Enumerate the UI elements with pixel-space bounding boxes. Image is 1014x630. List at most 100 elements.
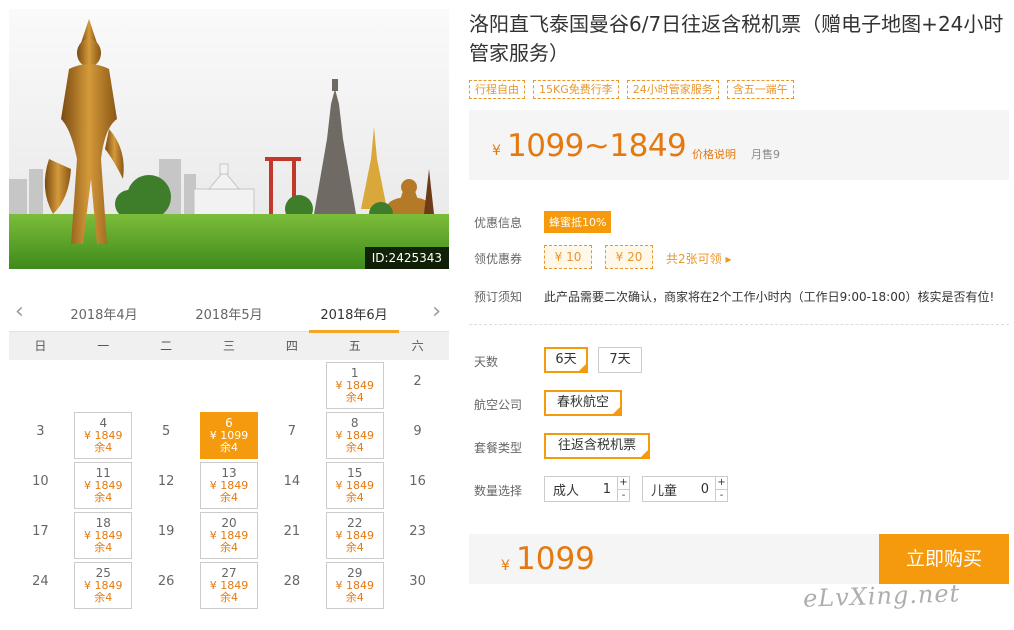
tab-month-june[interactable]: 2018年6月 <box>309 304 399 333</box>
calendar-day-available[interactable]: 15 ¥ 1849 余4 <box>325 462 384 509</box>
day-number: 14 <box>283 474 301 489</box>
tab-month-may[interactable]: 2018年5月 <box>184 304 274 323</box>
days-label: 天数 <box>474 355 499 369</box>
weekday-label: 五 <box>348 339 361 353</box>
day-number: 15 <box>347 466 363 480</box>
product-photo: ID:2425343 <box>9 9 449 269</box>
calendar-cell: 1 ¥ 1849 余4 <box>323 360 386 410</box>
discount-label: 优惠信息 <box>474 216 523 230</box>
child-plus-button[interactable]: + <box>716 477 727 489</box>
month-tabs: ‹ 2018年4月 2018年5月 2018年6月 › <box>9 296 449 333</box>
calendar-cell: 14 <box>260 460 323 510</box>
price-explanation-link[interactable]: 价格说明 <box>692 146 736 162</box>
calendar-cell: 13 ¥ 1849 余4 <box>198 460 261 510</box>
calendar-cell <box>198 360 261 410</box>
calendar-day-available[interactable]: 1 ¥ 1849 余4 <box>325 362 384 409</box>
day-stock: 余4 <box>345 441 364 454</box>
day-stock: 余4 <box>94 591 113 604</box>
notice-label: 预订须知 <box>474 290 523 304</box>
calendar-cell: 28 <box>260 560 323 610</box>
day-number: 16 <box>409 474 426 489</box>
adult-label: 成人 <box>553 483 580 499</box>
total-price: 1099 <box>516 541 595 577</box>
day-stock: 余4 <box>94 541 113 554</box>
prev-month-chevron-left-icon[interactable]: ‹ <box>15 301 24 323</box>
coupon-collect-link[interactable]: 共2张可领 ▸ <box>666 250 731 267</box>
adult-quantity-value[interactable]: 1 <box>593 482 617 497</box>
calendar-day-available[interactable]: 18 ¥ 1849 余4 <box>74 512 133 559</box>
coupon-20[interactable]: ¥ 20 <box>605 245 653 269</box>
day-number: 23 <box>409 524 426 539</box>
calendar-day-available[interactable]: 20 ¥ 1849 余4 <box>199 512 258 559</box>
price-calendar: ‹ 2018年4月 2018年5月 2018年6月 › 日 一 二 三 四 五 … <box>9 296 449 630</box>
calendar-day-available[interactable]: 22 ¥ 1849 余4 <box>325 512 384 559</box>
option-6-days[interactable]: 6天 <box>544 347 588 373</box>
calendar-cell: 30 <box>386 560 449 610</box>
calendar-day-available[interactable]: 27 ¥ 1849 余4 <box>199 562 258 609</box>
calendar-cell: 25 ¥ 1849 余4 <box>72 560 135 610</box>
option-7-days[interactable]: 7天 <box>598 347 642 373</box>
day-number: 22 <box>347 516 363 530</box>
calendar-day-available[interactable]: 13 ¥ 1849 余4 <box>199 462 258 509</box>
calendar-cell: 22 ¥ 1849 余4 <box>323 510 386 560</box>
calendar-day-selected[interactable]: 6 ¥ 1099 余4 <box>199 412 258 459</box>
weekday-label: 六 <box>411 339 424 353</box>
calendar-cell: 23 <box>386 510 449 560</box>
day-stock: 余4 <box>345 491 364 504</box>
day-number: 26 <box>157 574 175 589</box>
option-package[interactable]: 往返含税机票 <box>544 433 650 459</box>
day-number: 13 <box>221 466 237 480</box>
day-number: 8 <box>350 416 359 430</box>
feature-tags: 行程自由 15KG免费行李 24小时管家服务 含五一端午 <box>469 80 794 99</box>
day-number: 21 <box>283 524 301 539</box>
calendar-day-available[interactable]: 11 ¥ 1849 余4 <box>74 462 133 509</box>
child-minus-button[interactable]: - <box>716 488 727 502</box>
day-number: 24 <box>32 574 49 589</box>
day-stock: 余4 <box>345 541 364 554</box>
calendar-day-available[interactable]: 25 ¥ 1849 余4 <box>74 562 133 609</box>
day-number: 5 <box>161 424 171 439</box>
day-number: 27 <box>221 566 237 580</box>
tab-month-april[interactable]: 2018年4月 <box>59 304 149 323</box>
calendar-cell: 12 <box>135 460 198 510</box>
calendar-day-available[interactable]: 8 ¥ 1849 余4 <box>325 412 384 459</box>
feature-tag: 行程自由 <box>469 80 525 99</box>
day-stock: 余4 <box>94 441 113 454</box>
calendar-cell: 10 <box>9 460 72 510</box>
quantity-label: 数量选择 <box>474 484 523 498</box>
currency-symbol: ¥ <box>492 143 501 159</box>
day-number: 3 <box>36 424 45 439</box>
booking-notice: 此产品需要二次确认，商家将在2个工作小时内（工作日9:00-18:00）核实是否… <box>544 290 995 304</box>
discount-badge: 蜂蜜抵10% <box>544 211 612 233</box>
adult-plus-button[interactable]: + <box>618 477 629 489</box>
day-number: 28 <box>283 574 301 589</box>
calendar-cell: 3 <box>9 410 72 460</box>
calendar-cell: 5 <box>135 410 198 460</box>
coupon-10[interactable]: ¥ 10 <box>544 245 592 269</box>
adult-minus-button[interactable]: - <box>618 488 629 502</box>
buy-now-button[interactable]: 立即购买 <box>879 534 1009 584</box>
calendar-cell <box>72 360 135 410</box>
day-stock: 余4 <box>219 441 238 454</box>
weekday-header: 日 一 二 三 四 五 六 <box>9 332 449 360</box>
child-quantity-value[interactable]: 0 <box>691 482 715 497</box>
day-number: 4 <box>99 416 108 430</box>
adult-quantity-stepper: 成人 1 + - <box>544 476 630 502</box>
child-label: 儿童 <box>651 483 678 499</box>
weekday-label: 一 <box>97 339 110 353</box>
calendar-cell: 6 ¥ 1099 余4 <box>198 410 261 460</box>
calendar-day-available[interactable]: 29 ¥ 1849 余4 <box>325 562 384 609</box>
calendar-cell: 27 ¥ 1849 余4 <box>198 560 261 610</box>
coupon-label: 领优惠券 <box>474 252 523 266</box>
day-stock: 余4 <box>94 491 113 504</box>
feature-tag: 15KG免费行李 <box>533 80 619 99</box>
calendar-day-available[interactable]: 4 ¥ 1849 余4 <box>74 412 133 459</box>
calendar-cell <box>260 360 323 410</box>
calendar-cell <box>9 360 72 410</box>
calendar-cell: 26 <box>135 560 198 610</box>
option-airline[interactable]: 春秋航空 <box>544 390 622 416</box>
next-month-chevron-right-icon[interactable]: › <box>432 301 441 323</box>
calendar-cell: 9 <box>386 410 449 460</box>
price-box: ¥ 1099~1849 价格说明 月售9 <box>469 110 1009 180</box>
day-stock: 余4 <box>345 391 364 404</box>
